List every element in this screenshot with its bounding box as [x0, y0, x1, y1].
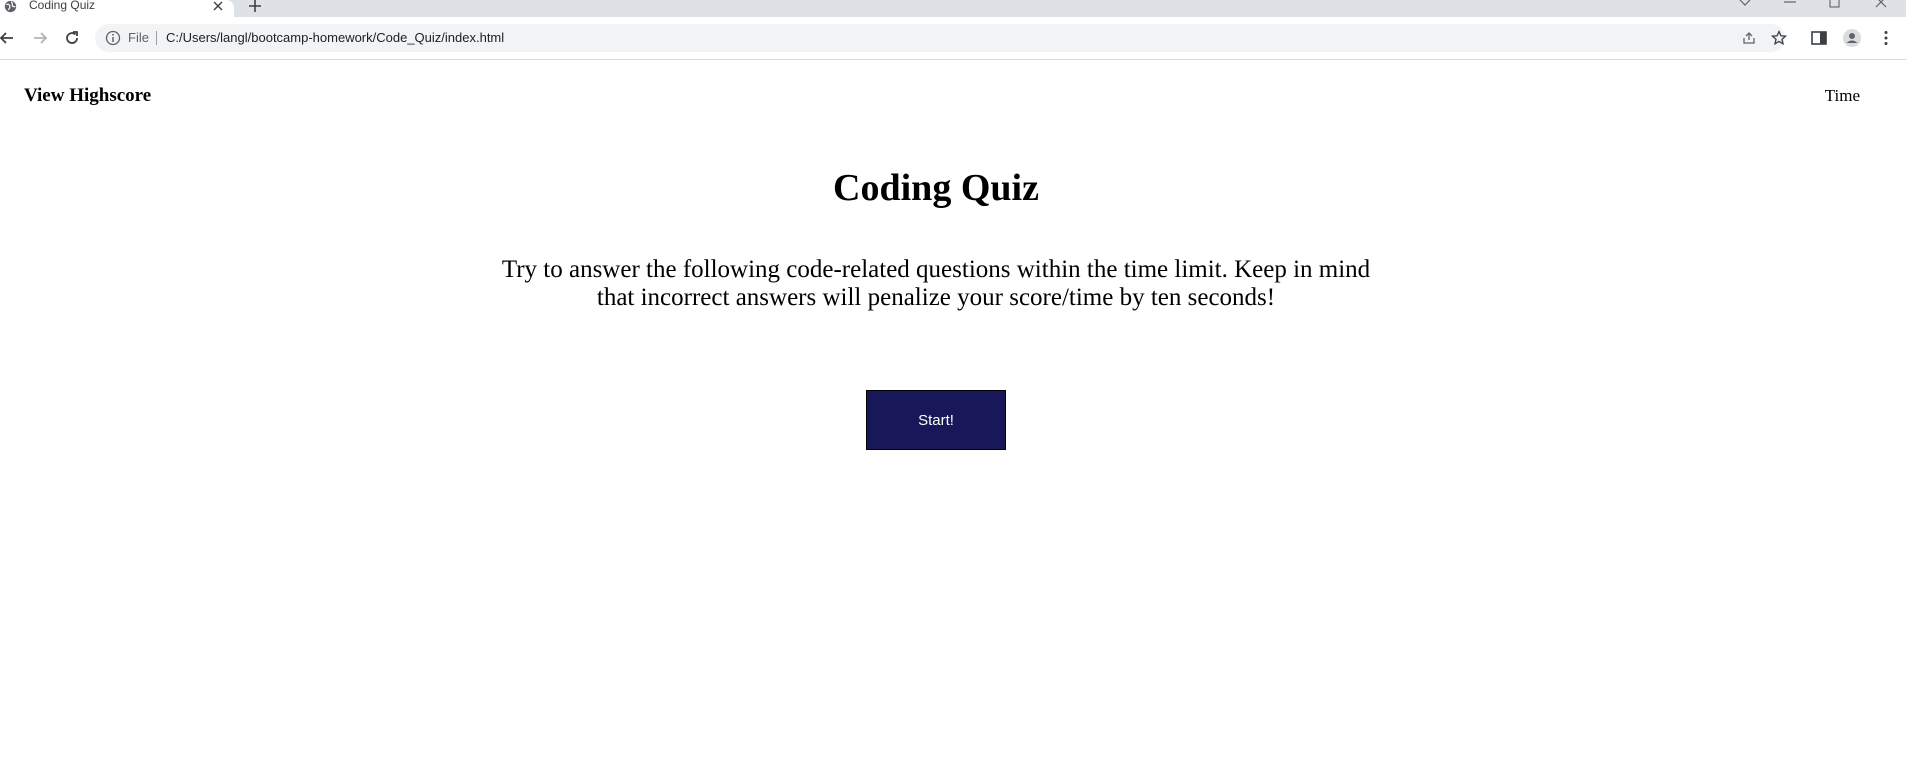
- close-icon[interactable]: [212, 0, 224, 12]
- url-text[interactable]: C:/Users/langl/bootcamp-homework/Code_Qu…: [166, 30, 504, 46]
- plus-icon[interactable]: [248, 0, 262, 13]
- profile-icon[interactable]: [1842, 28, 1862, 48]
- forward-arrow-icon[interactable]: [31, 29, 49, 47]
- browser-toolbar: File C:/Users/langl/bootcamp-homework/Co…: [0, 17, 1906, 60]
- quiz-description: Try to answer the following code-related…: [501, 256, 1371, 311]
- chevron-down-icon[interactable]: [1738, 0, 1752, 8]
- globe-icon: [4, 0, 17, 13]
- timer-label: Time: [1824, 86, 1860, 105]
- kebab-menu-icon[interactable]: [1876, 28, 1896, 48]
- scheme-label: File: [128, 30, 149, 45]
- info-icon[interactable]: [105, 30, 121, 46]
- view-highscore-link[interactable]: View Highscore: [24, 85, 151, 107]
- restore-icon[interactable]: [1828, 0, 1842, 8]
- page-content: View Highscore Time Coding Quiz Try to a…: [0, 60, 1906, 781]
- reload-icon[interactable]: [63, 29, 81, 47]
- side-panel-icon[interactable]: [1809, 28, 1829, 48]
- page-title: Coding Quiz: [833, 167, 1039, 209]
- minimize-icon[interactable]: [1783, 0, 1797, 8]
- tab-strip: Coding Quiz: [0, 0, 1906, 17]
- share-icon[interactable]: [1741, 30, 1757, 46]
- start-button[interactable]: Start!: [866, 390, 1006, 450]
- tab-title: Coding Quiz: [29, 0, 96, 12]
- star-icon[interactable]: [1771, 30, 1787, 46]
- back-arrow-icon[interactable]: [0, 29, 16, 47]
- omnibox-divider: [156, 31, 157, 45]
- window-close-icon[interactable]: [1874, 0, 1888, 8]
- browser-tab[interactable]: Coding Quiz: [0, 0, 234, 17]
- address-bar[interactable]: File C:/Users/langl/bootcamp-homework/Co…: [95, 24, 1787, 52]
